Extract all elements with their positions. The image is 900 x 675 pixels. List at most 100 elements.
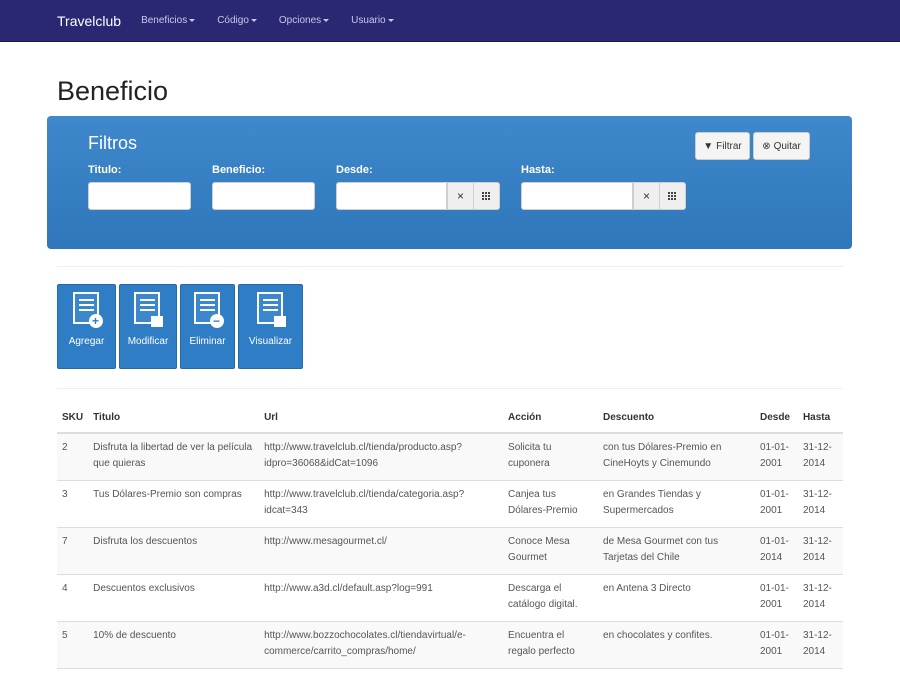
nav-menu-label: Código [217,15,249,26]
sku-cell: 5 [57,621,89,669]
hasta-calendar-button[interactable] [659,182,686,210]
filter-button-label: Filtrar [716,140,742,152]
document-add-icon: + [72,292,103,328]
accion-cell: Canjea tus Dólares-Premio [503,480,599,528]
page-title: Beneficio [57,76,169,106]
table-row[interactable]: 7 Disfruta los descuentos http://www.mes… [57,527,843,575]
view-button[interactable]: Visualizar [238,284,303,369]
calendar-grid-icon [482,191,491,201]
sku-cell: 2 [57,433,89,481]
column-header-titulo[interactable]: Titulo [88,403,260,434]
column-header-descuento[interactable]: Descuento [598,403,755,434]
column-header-desde[interactable]: Desde [754,403,798,434]
divider [57,388,843,389]
desde-cell: 01-01-2001 [754,621,798,669]
hasta-label: Hasta: [521,164,555,176]
column-header-sku[interactable]: SKU [57,403,89,434]
document-view-icon [256,292,286,327]
column-header-hasta[interactable]: Hasta [797,403,843,434]
close-icon: × [642,189,650,203]
delete-button-label: Eliminar [189,336,226,347]
desde-cell: 01-01-2014 [754,527,798,575]
hasta-cell: 31-12-2014 [797,433,843,481]
titulo-input[interactable] [88,182,191,210]
sku-cell: 7 [57,527,89,575]
brand-link[interactable]: Travelclub [57,13,121,29]
nav-menu-usuario[interactable]: Usuario [351,15,394,26]
hasta-cell: 31-12-2014 [797,480,843,528]
accion-cell: Encuentra el regalo perfecto [503,621,599,669]
edit-button-label: Modificar [127,336,169,347]
titulo-cell: 10% de descuento [88,621,260,669]
accion-cell: Conoce Mesa Gourmet [503,527,599,575]
accion-cell: Descarga el catálogo digital. [503,574,599,622]
url-cell: http://www.mesagourmet.cl/ [259,527,504,575]
accion-cell: Solicita tu cuponera [503,433,599,481]
table-row[interactable]: 3 Tus Dólares-Premio son compras http://… [57,480,843,528]
filter-funnel-icon: ▼ [703,140,714,152]
nav-menu-label: Usuario [351,15,386,26]
clear-filters-button[interactable]: ⊗ Quitar [753,132,810,160]
titulo-cell: Descuentos exclusivos [88,574,260,622]
top-navbar: Travelclub Beneficios Código Opciones Us… [0,0,900,42]
edit-button[interactable]: Modificar [119,284,177,369]
hasta-cell: 31-12-2014 [797,621,843,669]
desde-label: Desde: [336,164,373,176]
titulo-cell: Disfruta los descuentos [88,527,260,575]
descuento-cell: con tus Dólares-Premio en CineHoyts y Ci… [598,433,755,481]
nav-menu-label: Opciones [278,15,322,26]
descuento-cell: en Antena 3 Directo [598,574,755,622]
descuento-cell: en Grandes Tiendas y Supermercados [598,480,755,528]
caret-down-icon [189,18,196,22]
remove-circle-icon: ⊗ [762,140,771,152]
view-button-label: Visualizar [248,336,293,347]
divider [57,266,843,267]
nav-menu-codigo[interactable]: Código [217,15,257,26]
clear-filters-label: Quitar [773,140,801,152]
column-header-accion[interactable]: Acción [503,403,599,434]
caret-down-icon [323,18,330,22]
filter-button[interactable]: ▼ Filtrar [695,132,750,160]
nav-menu-label: Beneficios [141,15,188,26]
desde-cell: 01-01-2001 [754,574,798,622]
url-cell: http://www.travelclub.cl/tienda/categori… [259,480,504,528]
caret-down-icon [250,18,257,22]
nav-menu-opciones[interactable]: Opciones [278,15,330,26]
descuento-cell: de Mesa Gourmet con tus Tarjetas del Chi… [598,527,755,575]
document-remove-icon: − [193,292,224,328]
titulo-cell: Disfruta la libertad de ver la película … [88,433,260,481]
table-row[interactable]: 5 10% de descuento http://www.bozzochoco… [57,621,843,669]
document-edit-icon [134,292,163,327]
hasta-clear-button[interactable]: × [633,182,660,210]
desde-clear-button[interactable]: × [447,182,474,210]
hasta-cell: 31-12-2014 [797,574,843,622]
url-cell: http://www.a3d.cl/default.asp?log=991 [259,574,504,622]
table-row[interactable]: 2 Disfruta la libertad de ver la películ… [57,433,843,481]
sku-cell: 3 [57,480,89,528]
beneficio-label: Beneficio: [212,164,266,176]
desde-date-input[interactable] [336,182,447,210]
delete-button[interactable]: − Eliminar [180,284,235,369]
desde-cell: 01-01-2001 [754,433,798,481]
hasta-cell: 31-12-2014 [797,527,843,575]
close-icon: × [456,189,464,203]
titulo-cell: Tus Dólares-Premio son compras [88,480,260,528]
url-cell: http://www.travelclub.cl/tienda/producto… [259,433,504,481]
column-header-url[interactable]: Url [259,403,504,434]
add-button-label: Agregar [68,336,105,347]
filters-title: Filtros [88,133,137,153]
hasta-date-input[interactable] [521,182,633,210]
desde-calendar-button[interactable] [473,182,500,210]
add-button[interactable]: + Agregar [57,284,116,369]
titulo-label: Titulo: [88,164,122,176]
calendar-grid-icon [668,191,677,201]
sku-cell: 4 [57,574,89,622]
beneficio-input[interactable] [212,182,315,210]
table-header-row: SKU Titulo Url Acción Descuento Desde Ha… [57,403,843,434]
caret-down-icon [387,18,394,22]
table-row[interactable]: 4 Descuentos exclusivos http://www.a3d.c… [57,574,843,622]
filters-panel: Filtros Titulo: Beneficio: Desde: × Hast… [47,116,852,249]
desde-cell: 01-01-2001 [754,480,798,528]
beneficios-table: SKU Titulo Url Acción Descuento Desde Ha… [57,403,843,669]
nav-menu-beneficios[interactable]: Beneficios [141,15,196,26]
